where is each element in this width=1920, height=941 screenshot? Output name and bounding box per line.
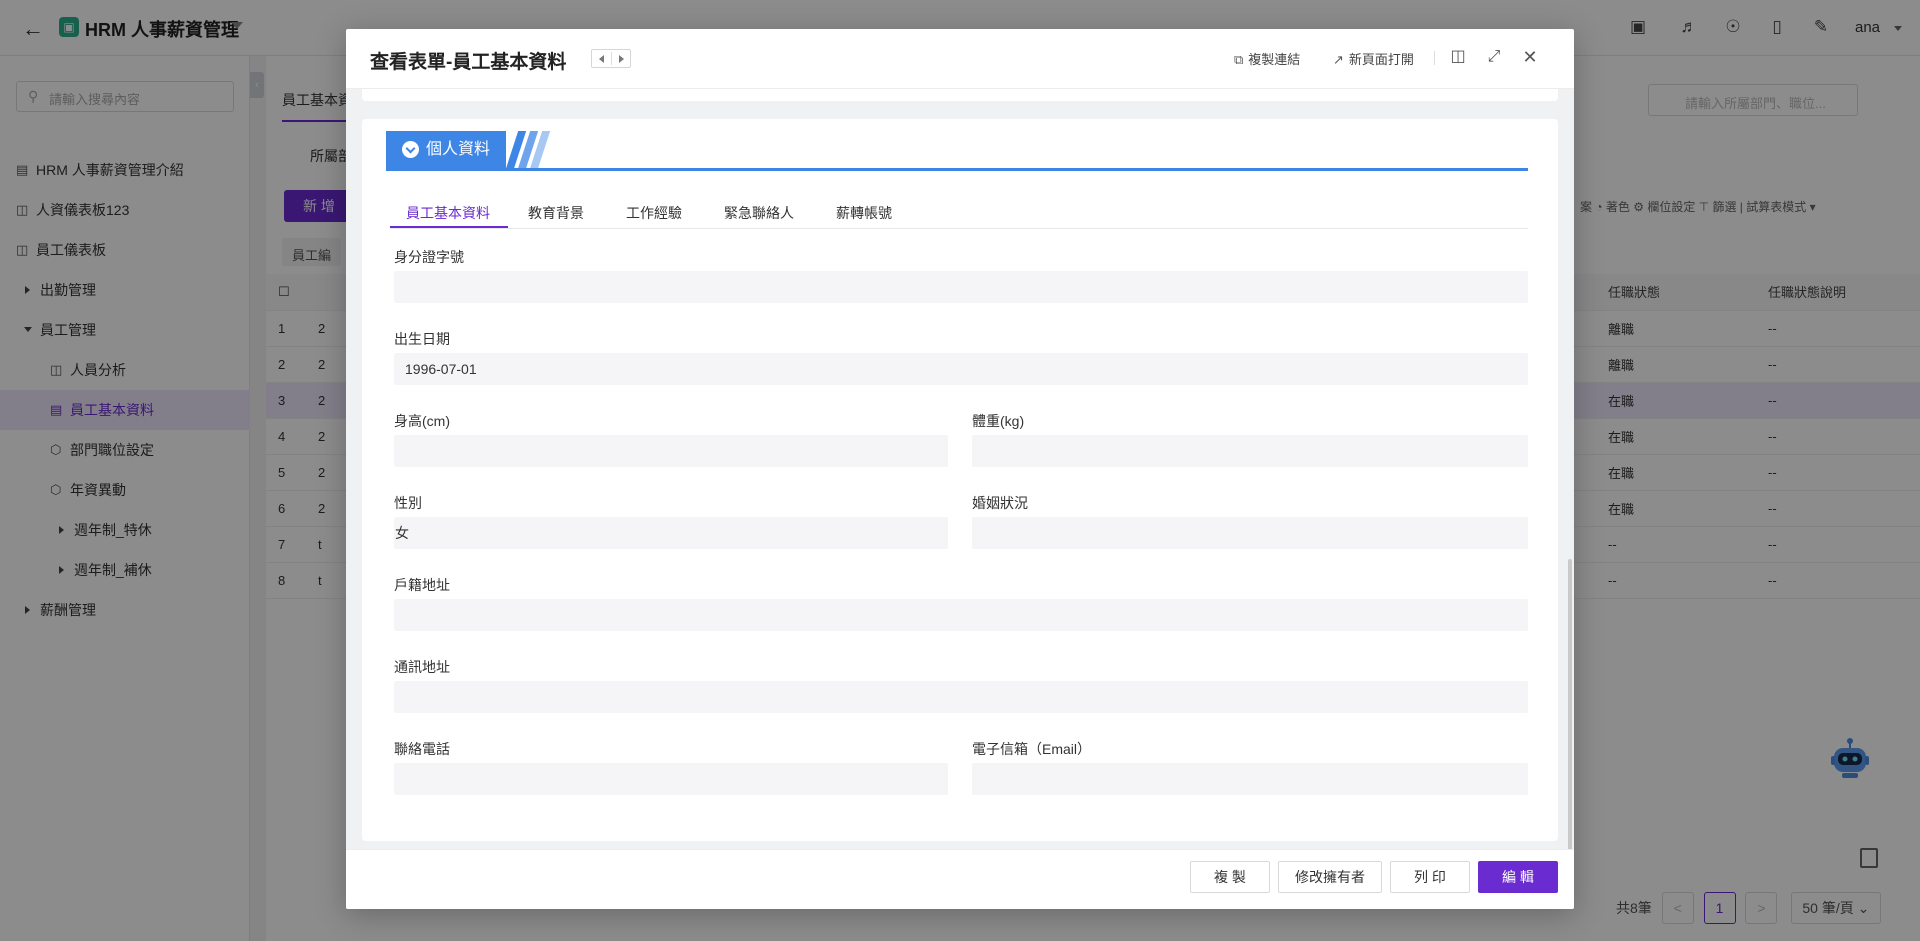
tab-work-experience[interactable]: 工作經驗: [626, 203, 682, 223]
id-number-field[interactable]: [394, 271, 1528, 303]
open-new-page-label: 新頁面打開: [1348, 52, 1414, 67]
weight-field[interactable]: [972, 435, 1528, 467]
edit-button[interactable]: 編 輯: [1478, 861, 1558, 893]
previous-section-card: [362, 89, 1558, 101]
tab-emergency-contact[interactable]: 緊急聯絡人: [724, 203, 794, 223]
phone-field[interactable]: [394, 763, 948, 795]
print-button[interactable]: 列 印: [1390, 861, 1470, 893]
active-tab-indicator: [390, 226, 508, 228]
form-tabs: 員工基本資料 教育背景 工作經驗 緊急聯絡人 薪轉帳號: [390, 197, 1528, 229]
chevron-down-icon: [402, 141, 419, 158]
change-owner-button[interactable]: 修改擁有者: [1278, 861, 1382, 893]
copy-button[interactable]: 複 製: [1190, 861, 1270, 893]
record-nav: [591, 49, 631, 68]
dialog-footer: 複 製 修改擁有者 列 印 編 輯: [346, 849, 1574, 909]
birth-date-field[interactable]: 1996-07-01: [394, 353, 1528, 385]
prev-record-icon[interactable]: [599, 55, 604, 63]
next-record-icon[interactable]: [619, 55, 624, 63]
section-title: 個人資料: [426, 141, 491, 158]
view-form-dialog: 查看表單-員工基本資料 ⧉ 複製連結 ↗ 新頁面打開 ◫ ⤢ ✕ 個人資料 員工…: [346, 29, 1574, 909]
section-tab[interactable]: 個人資料: [386, 131, 506, 169]
gender-label: 性別: [394, 495, 422, 511]
section-header[interactable]: 個人資料: [386, 131, 1528, 171]
weight-label: 體重(kg): [972, 413, 1025, 429]
id-number-label: 身分證字號: [394, 249, 464, 265]
side-panel-icon[interactable]: ◫: [1448, 47, 1468, 67]
dialog-title: 查看表單-員工基本資料: [370, 52, 567, 73]
tab-salary-account[interactable]: 薪轉帳號: [836, 203, 892, 223]
copy-icon: ⧉: [1234, 52, 1244, 67]
email-label: 電子信箱（Email）: [972, 741, 1092, 757]
external-link-icon: ↗: [1333, 52, 1344, 67]
tab-employee-basic-info[interactable]: 員工基本資料: [406, 203, 490, 223]
household-address-label: 戶籍地址: [394, 577, 450, 593]
dialog-body: 個人資料 員工基本資料 教育背景 工作經驗 緊急聯絡人 薪轉帳號 身分證字號 出…: [346, 89, 1574, 849]
phone-label: 聯絡電話: [394, 741, 450, 757]
dialog-scrollbar[interactable]: [1568, 559, 1572, 849]
mailing-address-label: 通訊地址: [394, 659, 450, 675]
household-address-field[interactable]: [394, 599, 1528, 631]
tab-education[interactable]: 教育背景: [528, 203, 584, 223]
close-icon[interactable]: ✕: [1520, 47, 1540, 67]
copy-link-button[interactable]: ⧉ 複製連結: [1234, 49, 1300, 68]
open-new-page-button[interactable]: ↗ 新頁面打開: [1333, 49, 1414, 68]
height-field[interactable]: [394, 435, 948, 467]
gender-field[interactable]: 女: [394, 517, 948, 549]
dialog-header: 查看表單-員工基本資料 ⧉ 複製連結 ↗ 新頁面打開 ◫ ⤢ ✕: [346, 29, 1574, 89]
height-label: 身高(cm): [394, 413, 450, 429]
copy-link-label: 複製連結: [1248, 52, 1301, 67]
mailing-address-field[interactable]: [394, 681, 1528, 713]
marital-status-field[interactable]: [972, 517, 1528, 549]
birth-date-label: 出生日期: [394, 331, 450, 347]
personal-info-section: 個人資料 員工基本資料 教育背景 工作經驗 緊急聯絡人 薪轉帳號 身分證字號 出…: [362, 119, 1558, 841]
fullscreen-icon[interactable]: ⤢: [1484, 47, 1504, 67]
email-field[interactable]: [972, 763, 1528, 795]
marital-status-label: 婚姻狀況: [972, 495, 1028, 511]
